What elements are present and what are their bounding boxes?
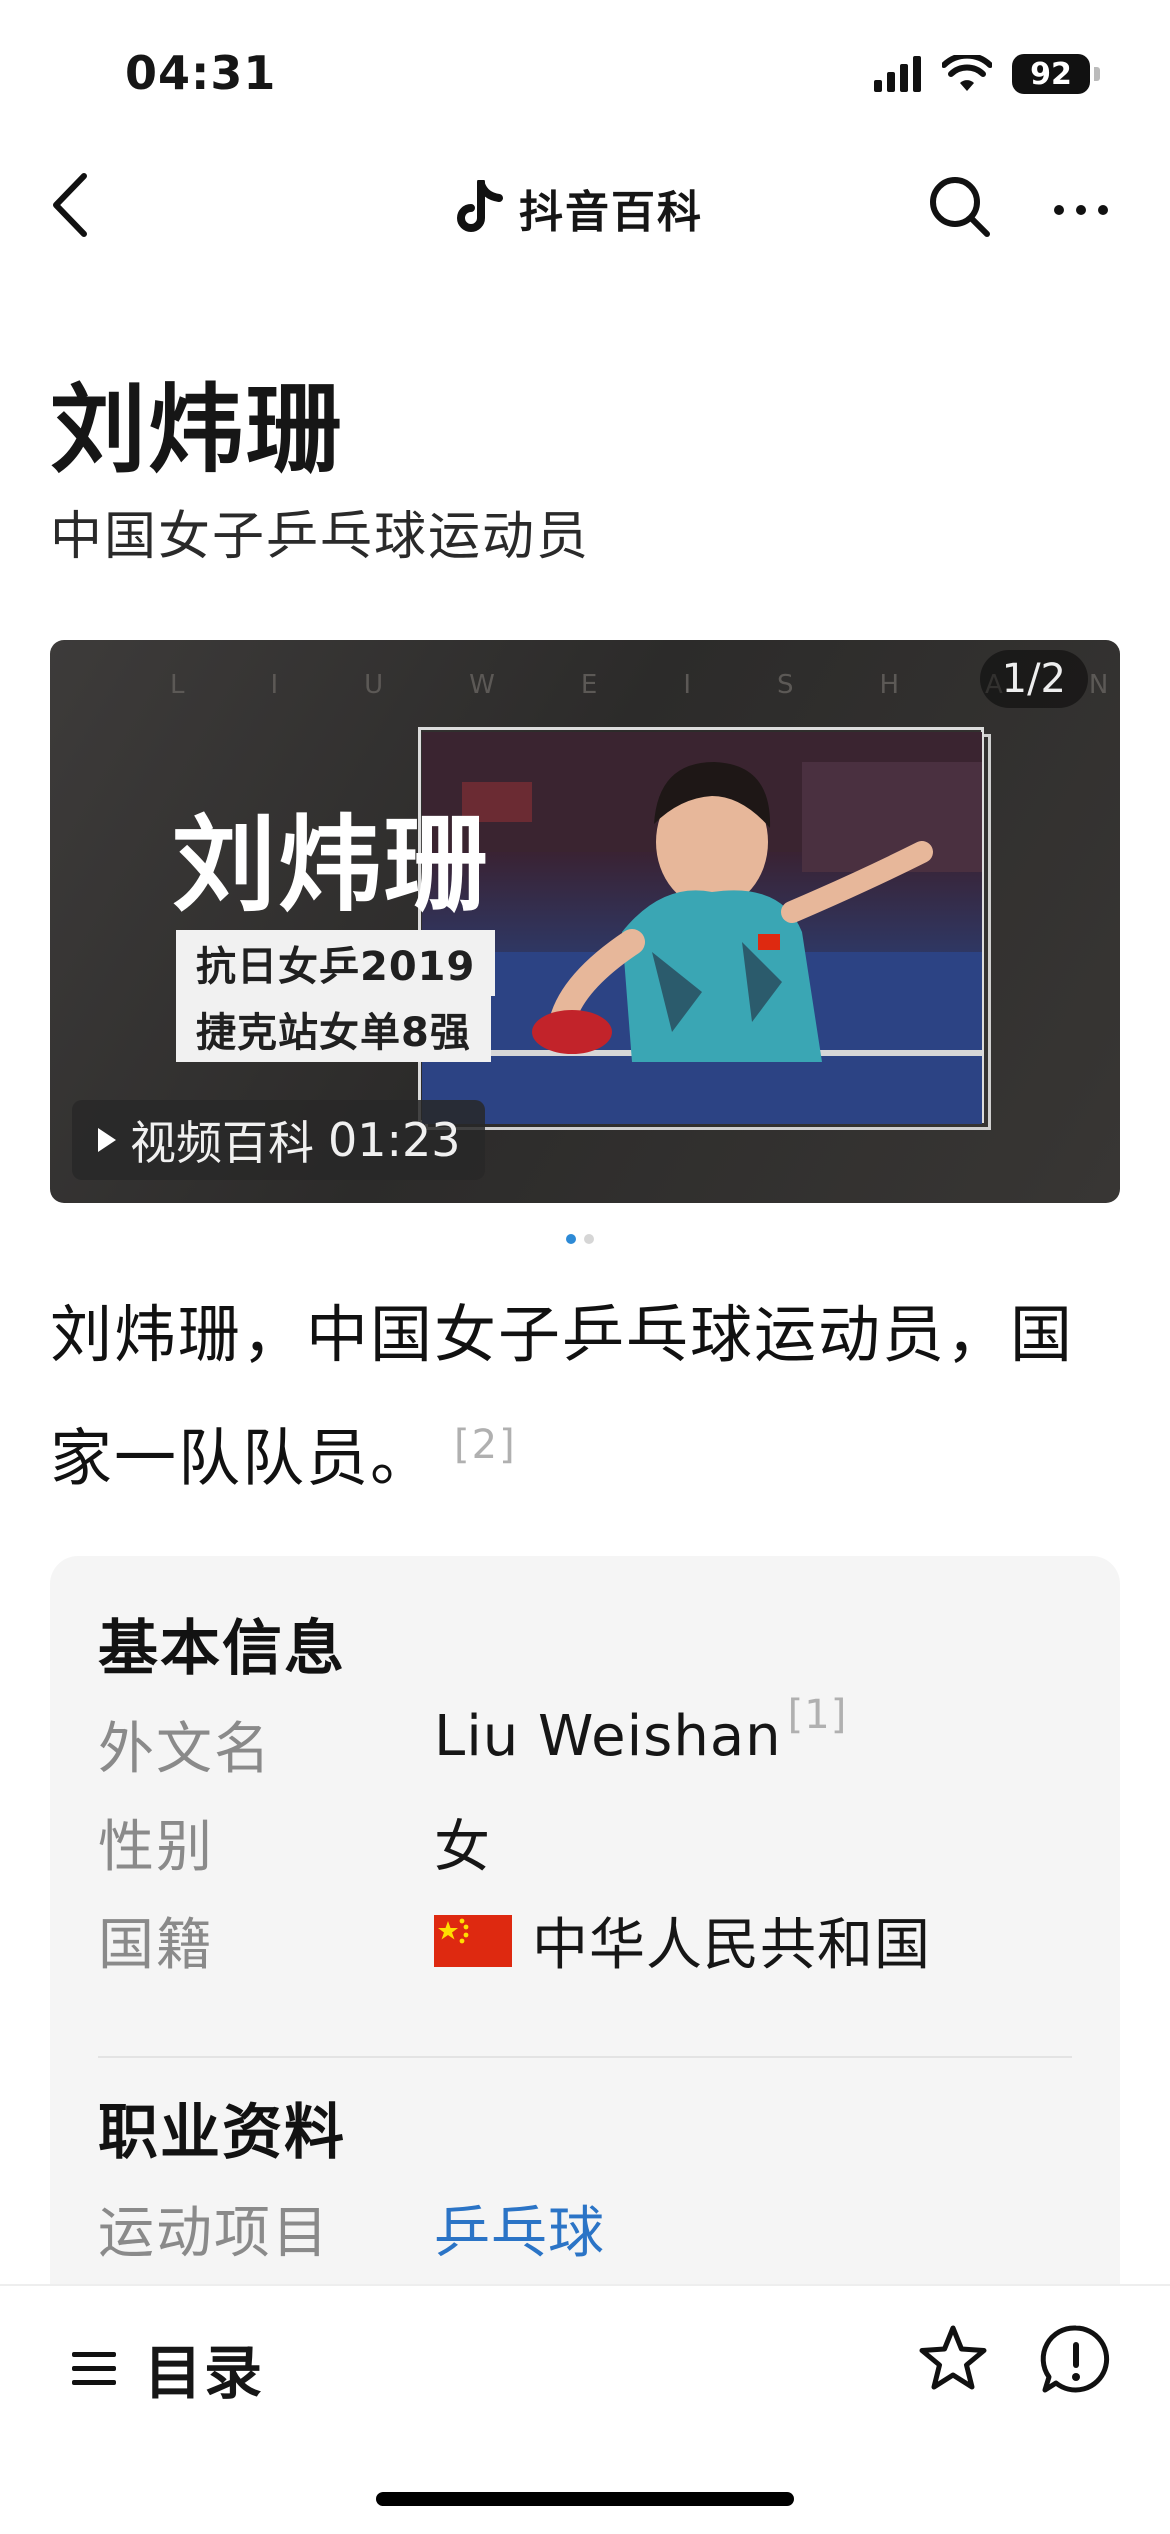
description-text: 刘炜珊，中国女子乒乓球运动员，国家一队队员。 bbox=[50, 1298, 1075, 1495]
status-time: 04:31 bbox=[125, 46, 277, 100]
foreign-name-text: Liu Weishan bbox=[434, 1704, 782, 1769]
douyin-logo-icon bbox=[457, 180, 503, 232]
menu-icon bbox=[72, 2352, 116, 2385]
info-label: 国籍 bbox=[98, 1913, 214, 1978]
career-info-title: 职业资料 bbox=[98, 2098, 346, 2168]
sport-link[interactable]: 乒乓球 bbox=[434, 2188, 605, 2269]
carousel-dots bbox=[566, 1234, 594, 1244]
nav-title: 抖音百科 bbox=[455, 176, 703, 240]
info-value-gender: 女 bbox=[434, 1815, 491, 1880]
play-icon bbox=[98, 1128, 116, 1152]
video-tag: 抗日女乒2019 bbox=[176, 930, 496, 996]
table-of-contents-button[interactable]: 目录 bbox=[70, 2326, 264, 2410]
home-indicator bbox=[376, 2492, 794, 2506]
section-divider bbox=[98, 2056, 1072, 2058]
chevron-left-icon bbox=[53, 173, 87, 237]
video-tag: 捷克站女单8强 bbox=[176, 996, 491, 1062]
video-badge-label: 视频百科 bbox=[130, 1116, 314, 1170]
video-overlay-name: 刘炜珊 bbox=[172, 803, 491, 926]
athlete-photo bbox=[422, 732, 982, 1124]
toc-label: 目录 bbox=[144, 2339, 265, 2407]
info-value-foreign-name: Liu Weishan [1] bbox=[434, 1692, 847, 1770]
bottom-toolbar: 目录 bbox=[0, 2284, 1170, 2534]
carousel-dot-active bbox=[566, 1234, 576, 1244]
back-button[interactable] bbox=[50, 170, 110, 240]
search-icon bbox=[930, 177, 990, 237]
page-title: 刘炜珊 bbox=[50, 374, 344, 486]
info-label: 运动项目 bbox=[98, 2201, 330, 2266]
nationality-text: 中华人民共和国 bbox=[532, 1913, 931, 1978]
video-card[interactable]: LIUWEISHAN 刘炜珊 抗日女乒2019 捷克站女单8强 1/2 视频百科… bbox=[50, 640, 1120, 1203]
china-flag-icon bbox=[434, 1914, 512, 1967]
alert-bubble-icon bbox=[1040, 2325, 1110, 2393]
cellular-signal-icon bbox=[874, 56, 921, 92]
info-label: 外文名 bbox=[98, 1717, 272, 1782]
report-button[interactable] bbox=[1038, 2322, 1114, 2398]
info-value-nationality: 中华人民共和国 bbox=[434, 1900, 931, 1981]
basic-info-title: 基本信息 bbox=[98, 1614, 346, 1684]
reference-link[interactable]: [1] bbox=[788, 1692, 848, 1738]
page-subtitle: 中国女子乒乓球运动员 bbox=[50, 507, 591, 567]
star-icon bbox=[919, 2325, 987, 2390]
status-icons: 92 bbox=[874, 54, 1100, 94]
entry-description: 刘炜珊，中国女子乒乓球运动员，国家一队队员。 [2] bbox=[50, 1280, 1110, 1514]
more-horizontal-icon bbox=[1054, 205, 1108, 215]
video-badge[interactable]: 视频百科 01:23 bbox=[72, 1100, 485, 1180]
reference-link[interactable]: [2] bbox=[454, 1422, 517, 1468]
video-bg-letters: LIUWEISHAN bbox=[170, 670, 1120, 700]
battery-indicator: 92 bbox=[1012, 54, 1090, 94]
info-label: 性别 bbox=[98, 1815, 214, 1880]
more-button[interactable] bbox=[1046, 180, 1116, 240]
carousel-dot bbox=[584, 1234, 594, 1244]
info-card: 基本信息 外文名 Liu Weishan [1] 性别 女 国籍 中华人民共和国… bbox=[50, 1556, 1120, 2316]
video-duration: 01:23 bbox=[328, 1113, 461, 1167]
battery-tip bbox=[1094, 67, 1100, 81]
image-counter: 1/2 bbox=[979, 650, 1088, 708]
search-button[interactable] bbox=[925, 172, 995, 242]
wifi-icon bbox=[942, 55, 992, 91]
nav-title-text: 抖音百科 bbox=[519, 187, 703, 238]
favorite-button[interactable] bbox=[915, 2322, 991, 2398]
